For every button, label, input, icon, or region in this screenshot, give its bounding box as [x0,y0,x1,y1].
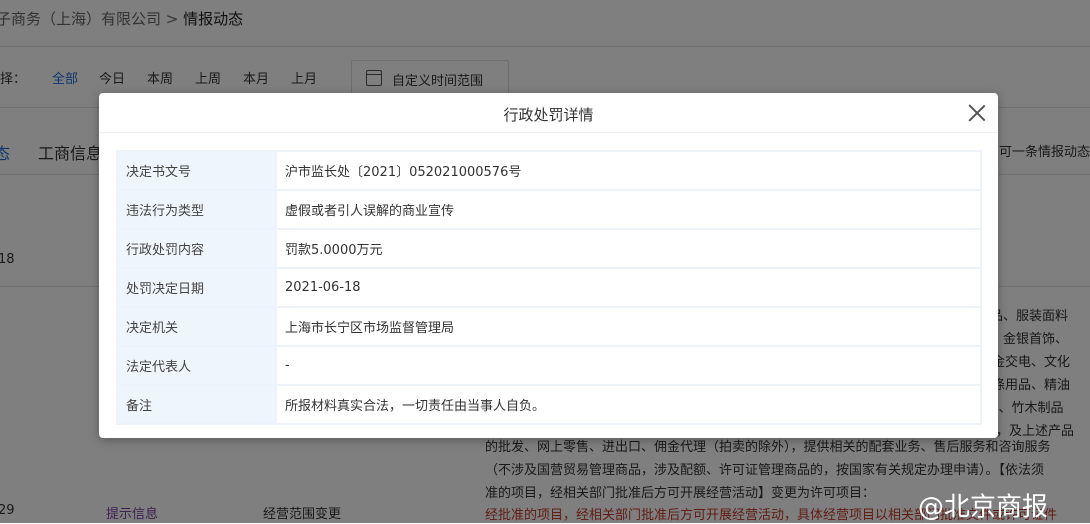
row-value: - [275,345,982,386]
table-row: 决定机关 上海市长宁区市场监督管理局 [116,306,982,347]
watermark: @北京商报 [918,492,1049,523]
row-label: 违法行为类型 [116,189,277,230]
penalty-detail-modal: 行政处罚详情 决定书文号 沪市监长处〔2021〕052021000576号 违法行… [99,93,998,438]
row-label: 处罚决定日期 [116,267,277,308]
row-value: 虚假或者引人误解的商业宣传 [275,189,982,230]
close-icon[interactable] [968,104,986,122]
row-label: 备注 [116,384,277,425]
table-row: 违法行为类型 虚假或者引人误解的商业宣传 [116,189,982,230]
row-label: 行政处罚内容 [116,228,277,269]
row-value: 沪市监长处〔2021〕052021000576号 [275,150,982,191]
row-value: 上海市长宁区市场监督管理局 [275,306,982,347]
row-label: 决定机关 [116,306,277,347]
row-label: 决定书文号 [116,150,277,191]
row-value: 2021-06-18 [275,267,982,308]
table-row: 备注 所报材料真实合法，一切责任由当事人自负。 [116,384,982,425]
modal-title: 行政处罚详情 [99,93,998,133]
table-row: 法定代表人 - [116,345,982,386]
row-value: 罚款5.0000万元 [275,228,982,269]
table-row: 行政处罚内容 罚款5.0000万元 [116,228,982,269]
row-label: 法定代表人 [116,345,277,386]
table-row: 处罚决定日期 2021-06-18 [116,267,982,308]
row-value: 所报材料真实合法，一切责任由当事人自负。 [275,384,982,425]
table-row: 决定书文号 沪市监长处〔2021〕052021000576号 [116,150,982,191]
detail-table: 决定书文号 沪市监长处〔2021〕052021000576号 违法行为类型 虚假或者… [116,150,982,425]
